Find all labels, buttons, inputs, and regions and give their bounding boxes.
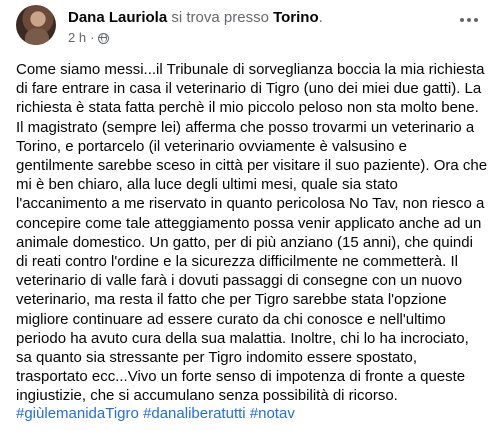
post-text-line: animale domestico. Un gatto, per di più … xyxy=(16,233,473,251)
post-text-line: di fare entrare in casa il veterinario d… xyxy=(16,80,482,98)
post-text-line: gentilmente sarebbe sceso in città per v… xyxy=(16,157,488,175)
post-text-line: veterinario di valle farà i dovuti passa… xyxy=(16,272,463,290)
facebook-post: Dana Lauriola si trova presso Torino. 2 … xyxy=(0,0,496,431)
post-text-line: mi è ben chiaro, alla luce degli ultimi … xyxy=(16,176,398,194)
post-text-line: di reati contro l'ordine e la sicurezza … xyxy=(16,253,458,271)
hashtag-link[interactable]: #notav xyxy=(250,405,295,422)
hashtag-link[interactable]: #danaliberatutti xyxy=(143,405,246,422)
post-text-line: ingiustizie, che si accumulano senza pos… xyxy=(16,387,398,405)
post-meta: Dana Lauriola si trova presso Torino. 2 … xyxy=(68,8,323,46)
post-text-line: Come siamo messi...il Tribunale di sorve… xyxy=(16,61,485,78)
post-header: Dana Lauriola si trova presso Torino. 2 … xyxy=(16,5,323,51)
post-text-line: veterinario, ma resta il fatto che per T… xyxy=(16,291,447,309)
author-name[interactable]: Dana Lauriola xyxy=(68,9,167,26)
hashtag-link[interactable]: #giùlemanidaTigro xyxy=(16,405,139,422)
location-name[interactable]: Torino xyxy=(273,9,319,26)
post-text-line: periodo ha avuto cura della sua malattia… xyxy=(16,329,469,347)
post-text-line: migliore continuare ad essere curato da … xyxy=(16,310,446,328)
hashtag-list: #giùlemanidaTigro #danaliberatutti #nota… xyxy=(16,404,295,423)
separator-dot: · xyxy=(90,30,95,45)
post-text-line: Torino, e portarcelo (il veterinario ovv… xyxy=(16,137,408,155)
post-text-line: richiesta è stata fatta perchè il mio pi… xyxy=(16,99,479,117)
more-options-icon[interactable] xyxy=(454,10,484,30)
post-text-line: sa quanto sia stressante per Tigro indom… xyxy=(16,349,418,367)
dot-icon xyxy=(460,18,464,22)
post-text-line: trasportato ecc...Vivo un forte senso di… xyxy=(16,368,466,386)
post-text-line: l'accanimento a me riservato in quanto p… xyxy=(16,195,485,213)
post-timestamp[interactable]: 2 h xyxy=(68,30,86,46)
post-subline: 2 h · xyxy=(68,30,323,46)
post-text-line: Il magistrato (sempre lei) afferma che p… xyxy=(16,118,475,136)
avatar[interactable] xyxy=(16,5,56,45)
globe-icon[interactable] xyxy=(98,32,110,44)
dot-icon xyxy=(474,18,478,22)
dot-icon xyxy=(467,18,471,22)
post-body: Come siamo messi...il Tribunale di sorve… xyxy=(16,60,488,406)
location-suffix: . xyxy=(318,9,323,26)
location-prefix: si trova presso xyxy=(171,9,269,26)
post-text-line: concepire come tale atteggiamento possa … xyxy=(16,214,482,232)
post-title-line: Dana Lauriola si trova presso Torino. xyxy=(68,8,323,27)
